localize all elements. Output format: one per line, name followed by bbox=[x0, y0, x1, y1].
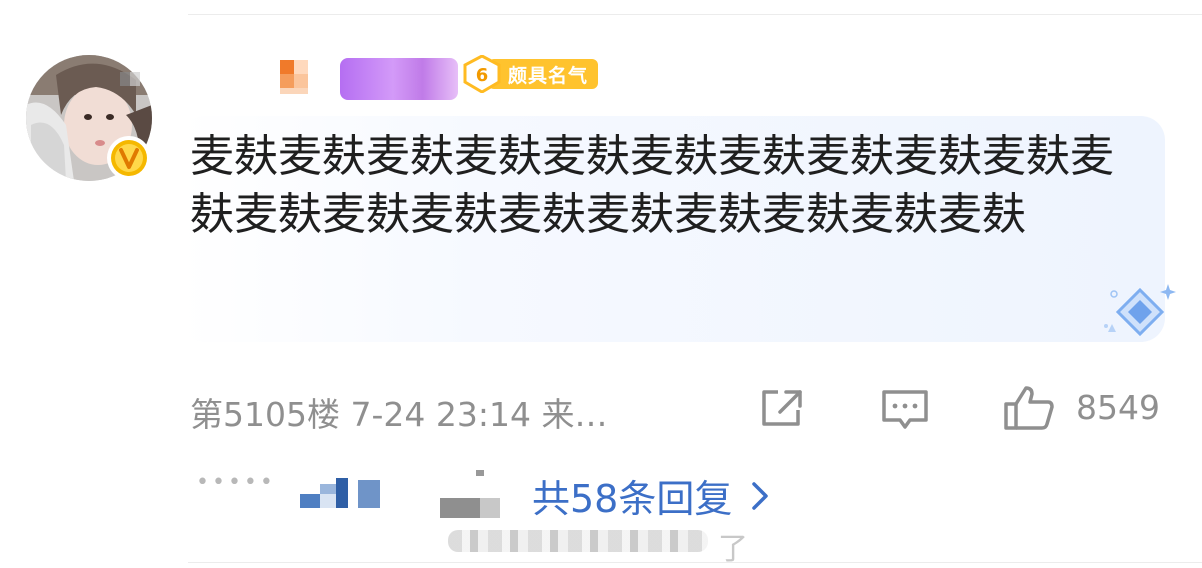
like-count: 8549 bbox=[1076, 388, 1160, 427]
username-pixelated-part[interactable] bbox=[280, 60, 320, 100]
diamond-decoration-icon bbox=[1104, 284, 1176, 337]
thumbs-up-icon[interactable] bbox=[1002, 384, 1056, 432]
fame-level-number: 6 bbox=[476, 65, 489, 86]
chevron-right-icon bbox=[752, 481, 769, 510]
replier-pixelated-name bbox=[440, 470, 502, 520]
comment-text: 麦麸麦麸麦麸麦麸麦麸麦麸麦麸麦麸麦麸麦麸麦麸麦麸麦麸麦麸麦麸麦麸麦麸麦麸麦麸麦麸 bbox=[190, 131, 1114, 240]
top-divider bbox=[188, 14, 1202, 15]
share-icon[interactable] bbox=[758, 386, 806, 430]
comment-icon[interactable] bbox=[880, 388, 930, 432]
replier-pixelated-avatar bbox=[300, 478, 382, 510]
faded-reply-preview: 了 bbox=[448, 524, 748, 567]
fame-badge[interactable]: 6 颇具名气 bbox=[462, 55, 599, 93]
view-replies-link[interactable]: 共58条回复 bbox=[532, 468, 770, 523]
blurred-mark bbox=[120, 72, 140, 86]
username-blurred[interactable] bbox=[340, 58, 458, 100]
fame-label: 颇具名气 bbox=[488, 59, 599, 89]
bottom-divider bbox=[188, 562, 1202, 563]
fame-level-icon: 6 bbox=[463, 55, 501, 93]
reply-avatars-placeholder: ••••• bbox=[196, 470, 276, 495]
verified-v-badge-icon bbox=[107, 136, 151, 180]
floor-and-time: 第5105楼 7-24 23:14 来… bbox=[190, 395, 608, 434]
reply-count-label: 共58条回复 bbox=[532, 477, 733, 521]
